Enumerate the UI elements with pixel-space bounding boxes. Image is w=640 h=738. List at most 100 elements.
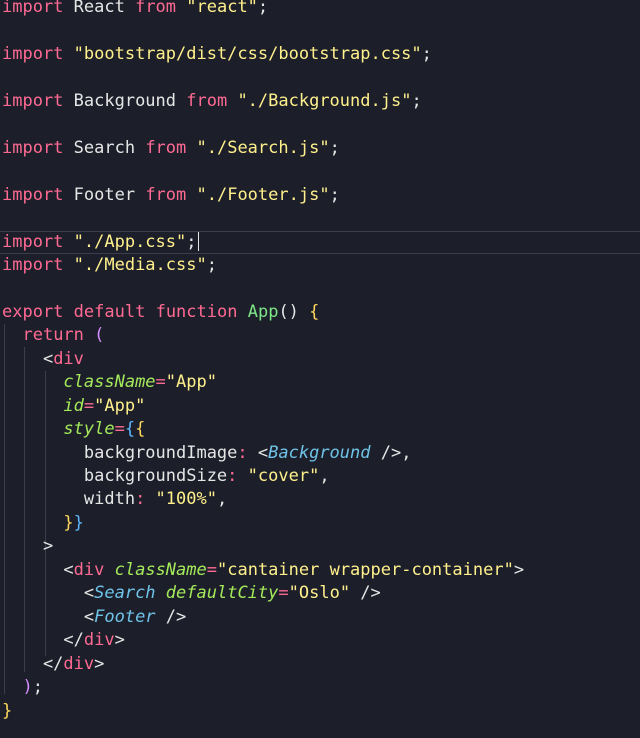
- code-line[interactable]: [0, 160, 640, 183]
- code-token: className: [114, 559, 207, 580]
- code-token: ;: [32, 677, 43, 698]
- code-token: import: [2, 184, 64, 205]
- code-line[interactable]: [0, 207, 640, 230]
- code-token: id: [63, 395, 84, 416]
- code-line[interactable]: id="App": [0, 395, 640, 418]
- code-token: ;: [186, 231, 197, 252]
- code-line[interactable]: </div>: [0, 653, 640, 676]
- code-token: (: [83, 325, 105, 346]
- code-line[interactable]: backgroundSize: "cover",: [0, 465, 640, 488]
- code-text: }}: [2, 512, 84, 535]
- code-token: Search: [94, 583, 156, 604]
- code-line[interactable]: </div>: [0, 629, 640, 652]
- code-line[interactable]: style={{: [0, 418, 640, 441]
- code-text: import Background from "./Background.js"…: [2, 90, 422, 113]
- code-token: "react": [176, 0, 258, 17]
- code-line[interactable]: import "bootstrap/dist/css/bootstrap.css…: [0, 43, 640, 66]
- code-token: {: [135, 419, 146, 440]
- code-text: <div className="cantainer wrapper-contai…: [2, 559, 524, 582]
- code-token: Background: [63, 90, 187, 111]
- code-line[interactable]: }}: [0, 512, 640, 535]
- code-token: "./App.css": [63, 231, 187, 252]
- code-text: import React from "react";: [2, 0, 268, 19]
- code-line[interactable]: <Footer />: [0, 606, 640, 629]
- code-token: backgroundImage: [2, 442, 238, 463]
- code-token: ;: [329, 184, 340, 205]
- code-token: function: [155, 301, 238, 322]
- code-token: {: [124, 419, 136, 440]
- code-token: style: [63, 419, 115, 440]
- code-line[interactable]: className="App": [0, 371, 640, 394]
- code-token: from: [145, 137, 187, 158]
- code-text: <div: [2, 348, 84, 371]
- code-line-current[interactable]: import "./App.css";: [0, 230, 640, 254]
- code-token: :: [237, 442, 248, 463]
- code-text: import "./App.css";: [2, 232, 199, 253]
- code-line[interactable]: );: [0, 676, 640, 699]
- code-token: (): [278, 301, 299, 322]
- code-token: :: [135, 489, 146, 510]
- text-cursor: [197, 232, 199, 251]
- code-token: />: [350, 583, 381, 604]
- code-line[interactable]: <div: [0, 348, 640, 371]
- code-text: export default function App() {: [2, 301, 319, 324]
- code-token: =: [206, 559, 217, 580]
- code-token: "./Footer.js": [186, 184, 330, 205]
- code-line[interactable]: }: [0, 700, 640, 723]
- code-token: }: [2, 700, 13, 721]
- code-token: >: [513, 559, 525, 580]
- code-text: import Footer from "./Footer.js";: [2, 184, 340, 207]
- code-token: =: [155, 372, 166, 393]
- code-token: "./Background.js": [227, 90, 412, 111]
- code-line[interactable]: import Search from "./Search.js";: [0, 137, 640, 160]
- code-line[interactable]: backgroundImage: <Background />,: [0, 442, 640, 465]
- code-token: "App": [94, 395, 146, 416]
- code-token: from: [186, 90, 228, 111]
- code-text: backgroundSize: "cover",: [2, 465, 330, 488]
- code-line[interactable]: >: [0, 535, 640, 558]
- code-text: </div>: [2, 653, 104, 676]
- code-token: }: [73, 512, 84, 533]
- code-token: <: [2, 559, 74, 580]
- code-token: div: [83, 630, 115, 651]
- code-token: import: [2, 137, 64, 158]
- code-token: Search: [63, 137, 146, 158]
- code-text: return (: [2, 324, 104, 347]
- code-line[interactable]: return (: [0, 324, 640, 347]
- code-token: div: [53, 348, 84, 369]
- code-token: div: [73, 559, 105, 580]
- code-token: Background: [268, 442, 371, 463]
- code-line[interactable]: <Search defaultCity="Oslo" />: [0, 582, 640, 605]
- code-text: backgroundImage: <Background />,: [2, 442, 412, 465]
- code-token: React: [63, 0, 136, 17]
- code-line[interactable]: <div className="cantainer wrapper-contai…: [0, 559, 640, 582]
- code-line[interactable]: import "./Media.css";: [0, 254, 640, 277]
- code-token: =: [114, 419, 125, 440]
- code-token: ;: [206, 254, 217, 275]
- code-line[interactable]: import Footer from "./Footer.js";: [0, 184, 640, 207]
- code-token: "cantainer wrapper-container": [217, 559, 514, 580]
- code-line[interactable]: [0, 19, 640, 42]
- code-line[interactable]: [0, 277, 640, 300]
- code-token: export: [2, 301, 64, 322]
- code-line[interactable]: import React from "react";: [0, 0, 640, 19]
- code-token: ;: [421, 43, 432, 64]
- code-line[interactable]: [0, 113, 640, 136]
- code-line[interactable]: export default function App() {: [0, 301, 640, 324]
- code-token: <: [247, 442, 269, 463]
- code-line[interactable]: width: "100%",: [0, 488, 640, 511]
- code-token: ;: [329, 137, 340, 158]
- code-line[interactable]: [0, 66, 640, 89]
- code-text: </div>: [2, 629, 124, 652]
- code-text: }: [2, 700, 12, 723]
- code-token: from: [135, 0, 177, 17]
- code-text: import "bootstrap/dist/css/bootstrap.css…: [2, 43, 432, 66]
- code-token: </: [2, 653, 64, 674]
- code-token: "Oslo": [288, 583, 351, 604]
- code-line[interactable]: import Background from "./Background.js"…: [0, 90, 640, 113]
- code-editor[interactable]: import React from "react"; import "bootst…: [0, 0, 640, 738]
